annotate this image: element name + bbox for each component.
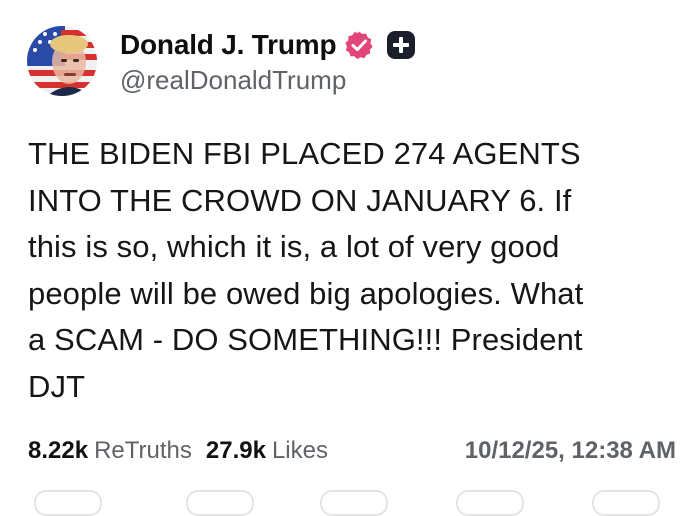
retruths-stat[interactable]: 8.22k ReTruths [28,437,192,465]
more-button[interactable] [592,490,660,516]
likes-stat[interactable]: 27.9k Likes [206,437,328,465]
like-button[interactable] [320,490,388,516]
retruths-count: 8.22k [28,437,89,464]
reply-button[interactable] [34,490,102,516]
author-display-name[interactable]: Donald J. Trump [120,29,337,61]
likes-label: Likes [271,437,328,464]
likes-count: 27.9k [205,437,266,464]
post-stats-bar: 8.22k ReTruths 27.9k Likes 10/12/25, 12:38… [28,433,676,469]
author-identity: Donald J. Trump @realDonaldTrump [120,27,416,96]
post-body-text: THE BIDEN FBI PLACED 274 AGENTS INTO THE… [28,136,584,404]
avatar[interactable] [27,26,97,96]
plus-badge-icon [386,30,416,60]
verified-badge-icon [344,30,374,60]
author-handle[interactable]: @realDonaldTrump [120,65,416,96]
share-button[interactable] [456,490,524,516]
action-bar [0,490,700,516]
truth-post: Donald J. Trump @realDonaldTrump THE BID… [0,0,700,516]
post-timestamp: 10/12/25, 12:38 AM [464,437,676,464]
post-header: Donald J. Trump @realDonaldTrump [27,26,416,96]
author-name-row: Donald J. Trump [120,27,416,63]
retruths-label: ReTruths [94,437,192,464]
retruth-button[interactable] [186,490,254,516]
